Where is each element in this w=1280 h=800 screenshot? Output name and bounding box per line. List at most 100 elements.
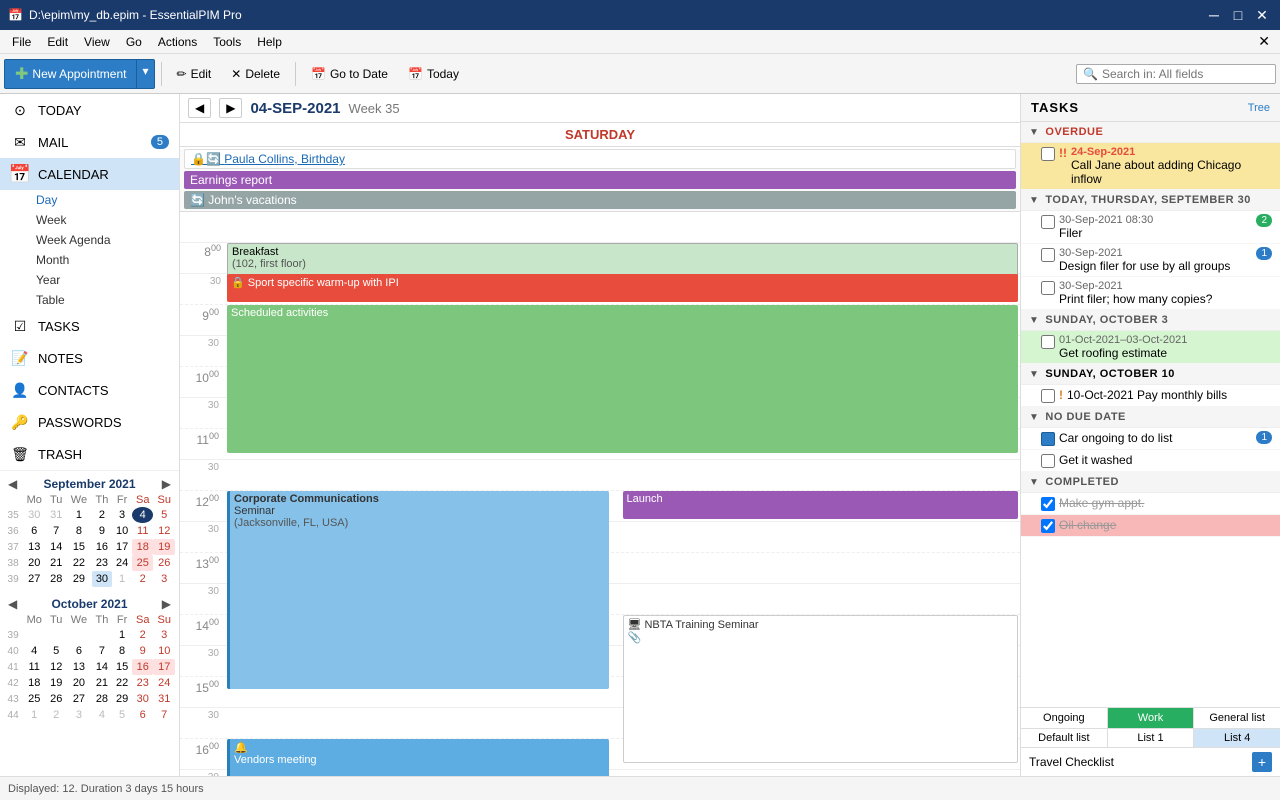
task-checkbox-list[interactable] <box>1041 432 1055 446</box>
sep-day[interactable]: 3 <box>112 507 132 523</box>
sep-day[interactable]: 29 <box>66 571 91 587</box>
search-input[interactable] <box>1102 67 1262 81</box>
tab-ongoing[interactable]: Ongoing <box>1021 708 1108 728</box>
sep-day[interactable]: 30 <box>22 507 46 523</box>
sep-day[interactable]: 1 <box>112 571 132 587</box>
minimize-button[interactable]: ─ <box>1204 5 1224 25</box>
sep-day[interactable]: 14 <box>46 539 66 555</box>
time-cell-1130[interactable] <box>225 460 1020 490</box>
sep-day[interactable]: 22 <box>66 555 91 571</box>
sep-day-25[interactable]: 25 <box>132 555 153 571</box>
task-group-oct3[interactable]: ▼ SUNDAY, OCTOBER 3 <box>1021 310 1280 331</box>
task-item-overdue-1[interactable]: !! 24-Sep-2021 Call Jane about adding Ch… <box>1021 143 1280 190</box>
menu-file[interactable]: File <box>4 33 39 51</box>
task-checkbox-completed[interactable] <box>1041 519 1055 533</box>
nav-year[interactable]: Year <box>28 270 179 290</box>
corp-comm-event[interactable]: Corporate Communications Seminar (Jackso… <box>227 491 609 689</box>
sep-day[interactable]: 28 <box>46 571 66 587</box>
calendar-scroll[interactable]: SATURDAY 🔒🔄 Paula Collins, Birthday Earn… <box>180 123 1020 776</box>
nav-mail[interactable]: ✉ MAIL 5 <box>0 126 179 158</box>
tab-list4[interactable]: List 4 <box>1194 729 1280 747</box>
time-cell-1030[interactable] <box>225 398 1020 428</box>
task-item-today-3[interactable]: 30-Sep-2021 Print filer; how many copies… <box>1021 277 1280 310</box>
task-item-today-1[interactable]: 30-Sep-2021 08:30 Filer 2 <box>1021 211 1280 244</box>
menu-view[interactable]: View <box>76 33 118 51</box>
nav-table[interactable]: Table <box>28 290 179 310</box>
time-cell-900[interactable]: Scheduled activities <box>225 305 1020 335</box>
nav-notes[interactable]: 📝 NOTES <box>0 342 179 374</box>
sep-day[interactable]: 26 <box>153 555 175 571</box>
task-checkbox[interactable] <box>1041 281 1055 295</box>
new-appointment-button[interactable]: ✚ New Appointment ▾ <box>4 59 155 89</box>
time-cell[interactable] <box>225 212 1020 242</box>
time-cell-1000[interactable] <box>225 367 1020 397</box>
task-checkbox[interactable] <box>1041 147 1055 161</box>
tasks-view-toggle[interactable]: Tree <box>1248 102 1270 114</box>
task-checkbox[interactable] <box>1041 248 1055 262</box>
menu-actions[interactable]: Actions <box>150 33 205 51</box>
sep-day[interactable]: 6 <box>22 523 46 539</box>
earnings-event[interactable]: Earnings report <box>184 171 1016 189</box>
time-cell-930[interactable] <box>225 336 1020 366</box>
sep-day-19[interactable]: 19 <box>153 539 175 555</box>
sep-day-30[interactable]: 30 <box>92 571 113 587</box>
today-button[interactable]: 📅 Today <box>399 62 468 86</box>
nav-contacts[interactable]: 👤 CONTACTS <box>0 374 179 406</box>
tasks-scroll[interactable]: ▼ OVERDUE !! 24-Sep-2021 Call Jane about… <box>1021 122 1280 707</box>
sep-day[interactable]: 23 <box>92 555 113 571</box>
menu-help[interactable]: Help <box>249 33 290 51</box>
sep-day[interactable]: 8 <box>66 523 91 539</box>
tab-default-list[interactable]: Default list <box>1021 729 1108 747</box>
sep-day[interactable]: 20 <box>22 555 46 571</box>
edit-button[interactable]: ✏ Edit <box>168 62 221 86</box>
window-controls[interactable]: ─ □ ✕ <box>1204 5 1272 25</box>
task-group-completed[interactable]: ▼ COMPLETED <box>1021 472 1280 493</box>
sep-day[interactable]: 12 <box>153 523 175 539</box>
task-group-today[interactable]: ▼ TODAY, THURSDAY, SEPTEMBER 30 <box>1021 190 1280 211</box>
nbta-event[interactable]: 🖥 NBTA Training Seminar 📎 <box>623 615 1019 763</box>
time-cell-1200[interactable]: Corporate Communications Seminar (Jackso… <box>225 491 1020 521</box>
nav-tasks[interactable]: ☑ TASKS <box>0 310 179 342</box>
nav-calendar[interactable]: 📅 CALENDAR <box>0 158 179 190</box>
sep-day[interactable]: 13 <box>22 539 46 555</box>
menu-tools[interactable]: Tools <box>205 33 249 51</box>
menu-go[interactable]: Go <box>118 33 150 51</box>
task-item-oct10-1[interactable]: ! 10-Oct-2021 Pay monthly bills <box>1021 385 1280 407</box>
time-cell-1100[interactable] <box>225 429 1020 459</box>
go-to-date-button[interactable]: 📅 Go to Date <box>302 62 397 86</box>
close-window-button[interactable]: ✕ <box>1252 5 1272 25</box>
task-item-completed-2[interactable]: Oil change <box>1021 515 1280 537</box>
sep-day[interactable]: 16 <box>92 539 113 555</box>
nav-passwords[interactable]: 🔑 PASSWORDS <box>0 406 179 438</box>
sep-day[interactable]: 5 <box>153 507 175 523</box>
nav-week[interactable]: Week <box>28 210 179 230</box>
sep-day[interactable]: 15 <box>66 539 91 555</box>
task-item-today-2[interactable]: 30-Sep-2021 Design filer for use by all … <box>1021 244 1280 277</box>
tab-list1[interactable]: List 1 <box>1108 729 1195 747</box>
panel-close-button[interactable]: ✕ <box>1252 33 1276 50</box>
mini-cal-sep-prev[interactable]: ◀ <box>8 477 17 491</box>
sep-day[interactable]: 9 <box>92 523 113 539</box>
task-group-oct10[interactable]: ▼ SUNDAY, OCTOBER 10 <box>1021 364 1280 385</box>
delete-button[interactable]: ✕ Delete <box>222 62 289 86</box>
task-item-nodue-1[interactable]: Car ongoing to do list 1 <box>1021 428 1280 450</box>
task-group-overdue[interactable]: ▼ OVERDUE <box>1021 122 1280 143</box>
task-checkbox[interactable] <box>1041 389 1055 403</box>
sep-day-4[interactable]: 4 <box>132 507 153 523</box>
search-box[interactable]: 🔍 <box>1076 64 1276 84</box>
nav-day[interactable]: Day <box>28 190 179 210</box>
sep-day[interactable]: 31 <box>46 507 66 523</box>
task-item-nodue-2[interactable]: Get it washed <box>1021 450 1280 472</box>
nav-trash[interactable]: 🗑 TRASH <box>0 438 179 470</box>
tab-general-list[interactable]: General list <box>1194 708 1280 728</box>
sep-day[interactable]: 10 <box>112 523 132 539</box>
mini-cal-sep-next[interactable]: ▶ <box>162 477 171 491</box>
tab-work[interactable]: Work <box>1108 708 1195 728</box>
time-cell-1630[interactable] <box>225 770 1020 776</box>
new-appointment-dropdown[interactable]: ▾ <box>136 59 154 89</box>
cal-prev-button[interactable]: ◀ <box>188 98 211 118</box>
birthday-event[interactable]: 🔒🔄 Paula Collins, Birthday <box>184 149 1016 169</box>
warmup-event[interactable]: 🔒 Sport specific warm-up with IPI <box>227 274 1018 302</box>
menu-edit[interactable]: Edit <box>39 33 76 51</box>
mini-cal-oct-next[interactable]: ▶ <box>162 597 171 611</box>
